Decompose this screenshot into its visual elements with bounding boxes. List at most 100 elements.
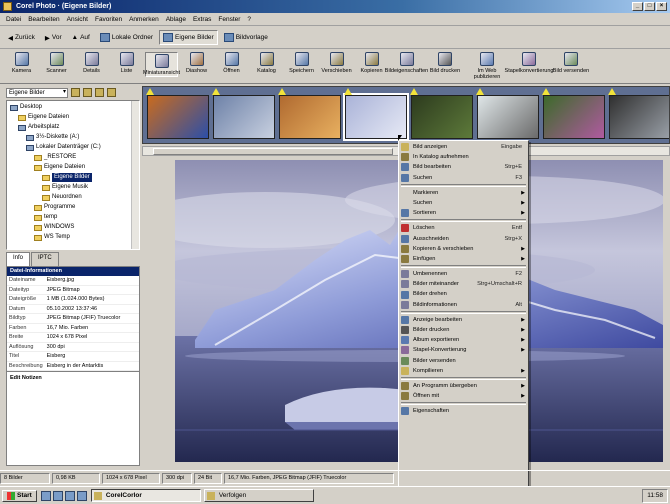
tree-node[interactable]: _RESTORE — [34, 153, 76, 162]
forward-button[interactable]: ▶ Vor — [42, 32, 65, 44]
tree-node[interactable]: Arbeitsplatz — [18, 123, 59, 132]
context-item[interactable]: Bild bearbeiten Strg+E — [399, 162, 528, 172]
folder-combo[interactable]: Eigene Bilder — [6, 87, 68, 98]
menu-fenster[interactable]: Fenster — [218, 16, 240, 23]
start-button[interactable]: Start — [2, 489, 37, 502]
context-item[interactable]: Kopieren & verschieben ▶ — [399, 244, 528, 254]
context-item[interactable]: Umbenennen F2 — [399, 269, 528, 279]
maximize-button[interactable]: □ — [644, 2, 655, 11]
context-item[interactable]: Anzeige bearbeiten ▶ — [399, 315, 528, 325]
context-item[interactable]: Löschen Entf — [399, 223, 528, 233]
toolbar-button-15[interactable]: Bild versenden — [551, 52, 591, 74]
menu-item-icon — [401, 407, 409, 416]
context-item[interactable]: Markieren ▶ — [399, 188, 528, 198]
thumbnail[interactable] — [608, 88, 669, 139]
thumbnail[interactable] — [542, 88, 605, 139]
context-item[interactable]: Öffnen mit ▶ — [399, 391, 528, 401]
context-item[interactable]: Suchen ▶ — [399, 198, 528, 208]
toolbar-button-3[interactable]: Liste — [110, 52, 143, 74]
context-item[interactable]: Suchen F3 — [399, 173, 528, 183]
context-item[interactable]: Bild anzeigen Eingabe — [399, 142, 528, 152]
tree-node[interactable]: temp — [34, 213, 57, 222]
folder-view-icon[interactable] — [95, 88, 104, 97]
nav-item-0[interactable]: Lokale Ordner — [97, 30, 156, 45]
menu-ablage[interactable]: Ablage — [166, 16, 186, 23]
toolbar-button-9[interactable]: Verschieben — [320, 52, 353, 74]
menu-[interactable]: ? — [247, 16, 251, 23]
up-button[interactable]: ▲ Auf — [69, 32, 93, 43]
tree-node[interactable]: WINDOWS — [34, 223, 74, 232]
toolbar-button-10[interactable]: Kopieren — [355, 52, 388, 74]
menu-ansicht[interactable]: Ansicht — [67, 16, 88, 23]
toolbar-button-11[interactable]: Bildeigenschaften — [385, 52, 428, 74]
tree-node[interactable]: Eigene Dateien — [34, 163, 85, 172]
edit-notes-label[interactable]: Edit Notizen — [7, 371, 139, 384]
menu-bearbeiten[interactable]: Bearbeiten — [28, 16, 59, 23]
thumbnail[interactable] — [278, 88, 341, 139]
context-item[interactable]: In Katalog aufnehmen — [399, 152, 528, 162]
tree-node[interactable]: Programme — [34, 203, 75, 212]
thumbnail[interactable] — [410, 88, 473, 139]
toolbar-button-5[interactable]: Diashow — [180, 52, 213, 74]
thumbnail[interactable] — [476, 88, 539, 139]
folder-up-icon[interactable] — [71, 88, 80, 97]
folder-icon — [163, 33, 174, 42]
new-folder-icon[interactable] — [83, 88, 92, 97]
tree-node[interactable]: WS Temp — [34, 233, 70, 242]
context-item[interactable]: Kompilieren ▶ — [399, 366, 528, 376]
media-icon[interactable] — [76, 490, 87, 501]
toolbar-button-7[interactable]: Katalog — [250, 52, 283, 74]
tab-info[interactable]: Info — [6, 252, 31, 266]
tree-node[interactable]: Eigene Bilder — [42, 173, 92, 182]
tree-scrollbar[interactable] — [131, 101, 139, 249]
close-button[interactable]: × — [656, 2, 667, 11]
tab-iptc[interactable]: IPTC — [31, 252, 59, 266]
back-button[interactable]: ◀ Zurück — [5, 32, 38, 44]
context-item[interactable]: Bilder drehen — [399, 289, 528, 299]
tree-node[interactable]: Neuordnen — [42, 193, 82, 202]
context-item[interactable]: Album exportieren ▶ — [399, 335, 528, 345]
thumbnail[interactable] — [146, 88, 209, 139]
context-item[interactable]: Bilder drucken ▶ — [399, 325, 528, 335]
menu-anmerken[interactable]: Anmerken — [129, 16, 159, 23]
menu-favoriten[interactable]: Favoriten — [95, 16, 122, 23]
context-item[interactable]: Bilder miteinander Strg+Umschalt+R — [399, 279, 528, 289]
context-item[interactable]: Sortieren ▶ — [399, 208, 528, 218]
tree-node[interactable]: Lokaler Datenträger (C:) — [26, 143, 101, 152]
nav-item-2[interactable]: Bildvorlage — [221, 30, 271, 45]
toolbar-button-13[interactable]: Im Web publizieren — [467, 52, 507, 80]
context-item[interactable]: Ausschneiden Strg+X — [399, 234, 528, 244]
context-item[interactable]: Bildinformationen Alt — [399, 300, 528, 310]
thumbnail[interactable] — [212, 88, 275, 139]
browser-icon[interactable] — [52, 490, 63, 501]
toolbar-button-12[interactable]: Bild drucken — [425, 52, 465, 74]
toolbar-button-14[interactable]: Stapelkonvertierung — [505, 52, 553, 74]
context-item[interactable]: Eigenschaften — [399, 406, 528, 416]
menu-extras[interactable]: Extras — [193, 16, 211, 23]
thumbnail[interactable] — [343, 88, 409, 141]
context-item[interactable]: Stapel-Konvertierung ▶ — [399, 345, 528, 355]
toolbar-button-1[interactable]: Scanner — [40, 52, 73, 74]
minimize-button[interactable]: _ — [632, 2, 643, 11]
desktop-icon[interactable] — [40, 490, 51, 501]
taskbar-button[interactable]: CorelCorlor — [90, 489, 201, 502]
tree-node[interactable]: Eigene Musik — [42, 183, 88, 192]
toolbar-button-6[interactable]: Öffnen — [215, 52, 248, 74]
tree-node[interactable]: Eigene Dateien — [18, 113, 69, 122]
scrollbar-thumb[interactable] — [153, 148, 393, 155]
toolbar-button-8[interactable]: Speichern — [285, 52, 318, 74]
close-pane-icon[interactable] — [107, 88, 116, 97]
context-item[interactable]: Einfügen ▶ — [399, 254, 528, 264]
toolbar-button-2[interactable]: Details — [75, 52, 108, 74]
menu-datei[interactable]: Datei — [6, 16, 21, 23]
toolbar-button-4[interactable]: Miniaturansicht — [143, 52, 180, 77]
menu-item-label: Album exportieren — [413, 337, 460, 344]
context-item[interactable]: Bilder versenden — [399, 356, 528, 366]
tree-node[interactable]: Desktop — [10, 103, 42, 112]
context-item[interactable]: An Programm übergeben ▶ — [399, 381, 528, 391]
tree-node[interactable]: 3½-Diskette (A:) — [26, 133, 79, 142]
nav-item-1[interactable]: Eigene Bilder — [159, 30, 218, 45]
mail-icon[interactable] — [64, 490, 75, 501]
toolbar-button-0[interactable]: Kamera — [5, 52, 38, 74]
taskbar-button[interactable]: Verfolgen — [203, 489, 314, 502]
